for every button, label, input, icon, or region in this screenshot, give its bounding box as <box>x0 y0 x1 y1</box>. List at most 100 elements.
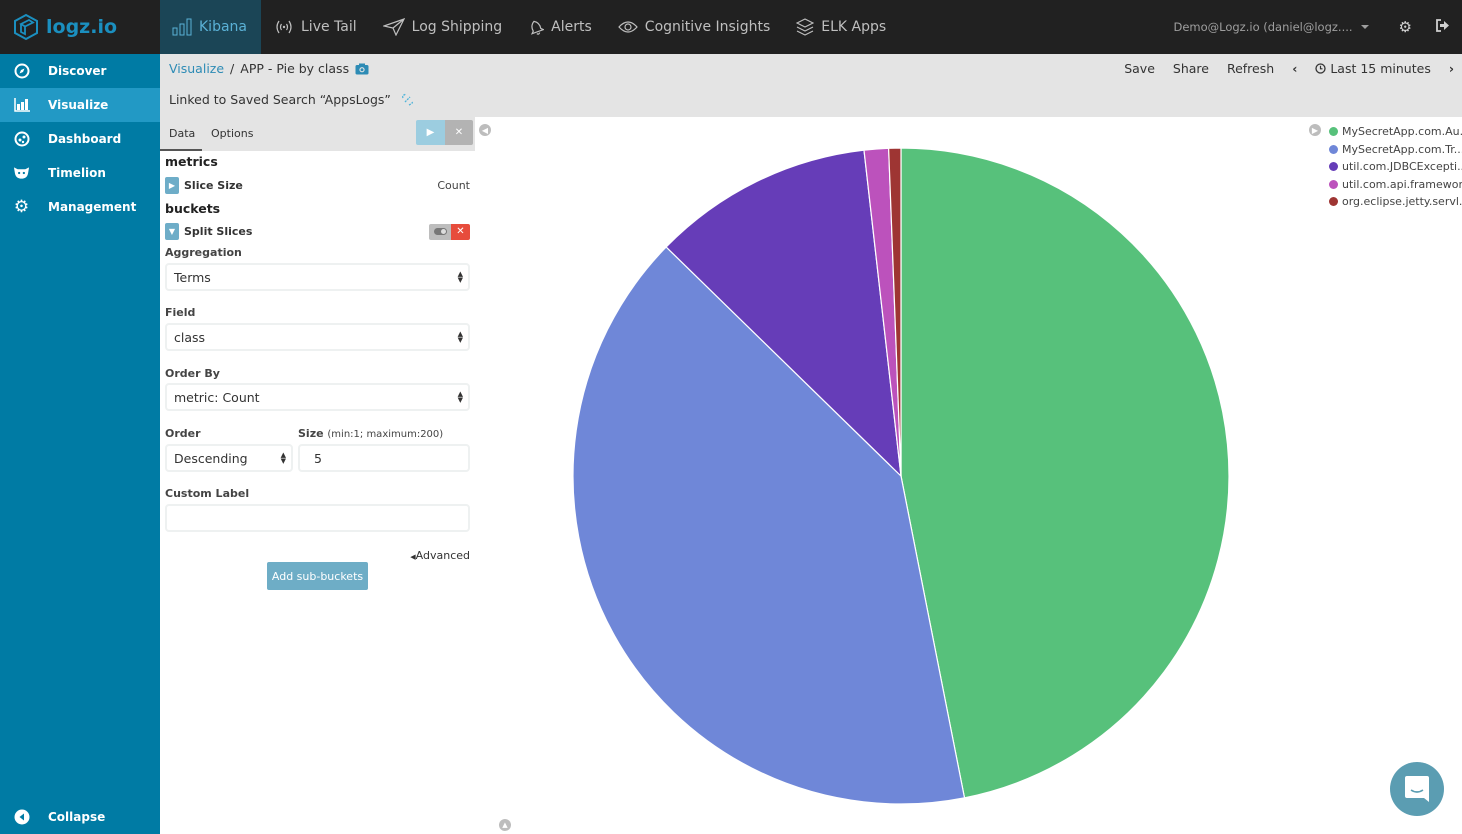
logout-icon[interactable] <box>1436 18 1450 36</box>
caret-down-icon[interactable]: ▼ <box>165 223 179 240</box>
legend-toggle-icon[interactable]: ▶ <box>1309 124 1321 136</box>
collapse-left-icon <box>13 809 30 826</box>
gear-icon[interactable]: ⚙ <box>1399 18 1412 36</box>
sidebar-item-label: Dashboard <box>48 132 122 146</box>
sidebar-item-label: Timelion <box>48 166 106 180</box>
broadcast-icon <box>276 20 292 34</box>
remove-bucket-button[interactable]: ✕ <box>451 223 470 240</box>
field-select[interactable]: class ▲ ▼ <box>165 323 470 351</box>
user-name: Demo@Logz.io (daniel@logz.... <box>1173 20 1353 34</box>
sidebar-item-timelion[interactable]: Timelion <box>0 156 160 190</box>
metrics-title: metrics <box>165 154 218 169</box>
field-value: class <box>174 329 206 345</box>
size-hint: (min:1; maximum:200) <box>327 429 444 440</box>
custom-label-input[interactable] <box>165 504 470 532</box>
refresh-button[interactable]: Refresh <box>1227 61 1274 76</box>
breadcrumb-visualize-link[interactable]: Visualize <box>169 61 224 76</box>
aggregation-select[interactable]: Terms ▲ ▼ <box>165 263 470 291</box>
save-button[interactable]: Save <box>1124 61 1155 76</box>
sidebar-item-dashboard[interactable]: Dashboard <box>0 122 160 156</box>
chat-button[interactable] <box>1390 762 1444 816</box>
time-next-icon[interactable]: › <box>1449 61 1454 76</box>
select-arrows-icon: ▲ ▼ <box>280 451 286 465</box>
scroll-up-icon[interactable]: ▲ <box>499 819 511 831</box>
legend-item[interactable]: MySecretApp.com.Tr... <box>1329 141 1462 159</box>
sidebar-item-visualize[interactable]: Visualize <box>0 88 160 122</box>
tab-data[interactable]: Data <box>169 127 195 140</box>
bar-chart-icon <box>172 18 192 36</box>
legend: MySecretApp.com.Au... MySecretApp.com.Tr.… <box>1329 123 1462 211</box>
legend-color-dot <box>1329 197 1338 207</box>
apply-controls: ▶ ✕ <box>416 120 473 145</box>
toggle-bucket-button[interactable] <box>429 223 451 240</box>
breadcrumb-separator: / <box>230 61 235 76</box>
pie-chart <box>572 147 1230 805</box>
order-by-select[interactable]: metric: Count ▲ ▼ <box>165 383 470 411</box>
share-button[interactable]: Share <box>1173 61 1209 76</box>
unlink-icon[interactable] <box>401 93 414 106</box>
legend-label: util.com.JDBCExcepti... <box>1342 160 1462 174</box>
add-sub-buckets-button[interactable]: Add sub-buckets <box>267 562 368 590</box>
field-label: Field <box>165 306 196 319</box>
topnav-elk-apps[interactable]: ELK Apps <box>783 0 899 54</box>
toggle-icon <box>433 228 447 235</box>
pie-slice-0[interactable] <box>900 147 1230 799</box>
gear-icon: ⚙ <box>13 197 30 217</box>
topnav-kibana[interactable]: Kibana <box>160 0 261 54</box>
legend-label: MySecretApp.com.Au... <box>1342 125 1462 139</box>
eye-icon <box>617 21 638 33</box>
caret-right-icon[interactable]: ▶ <box>165 177 179 194</box>
legend-item[interactable]: util.com.api.framework <box>1329 176 1462 194</box>
order-label: Order <box>165 427 201 440</box>
clock-icon <box>1315 63 1326 74</box>
bucket-controls: ✕ <box>429 223 470 240</box>
size-value: 5 <box>314 450 322 466</box>
legend-label: util.com.api.framework <box>1342 177 1462 191</box>
topnav-log-shipping[interactable]: Log Shipping <box>370 0 516 54</box>
page-title: APP - Pie by class <box>240 61 350 76</box>
topnav-label: Live Tail <box>301 19 357 35</box>
breadcrumb: Visualize / APP - Pie by class <box>169 61 369 76</box>
metric-slice-size[interactable]: ▶ Slice Size Count <box>165 177 470 194</box>
sidebar-item-discover[interactable]: Discover <box>0 54 160 88</box>
topnav-live-tail[interactable]: Live Tail <box>261 0 370 54</box>
logo[interactable]: logz.io <box>0 0 160 54</box>
order-select[interactable]: Descending ▲ ▼ <box>165 444 293 472</box>
legend-item[interactable]: util.com.JDBCExcepti... <box>1329 158 1462 176</box>
collapse-label: Collapse <box>48 810 106 824</box>
linked-search: Linked to Saved Search “AppsLogs” <box>169 92 414 107</box>
active-tab-indicator <box>160 149 202 151</box>
linked-search-label: Linked to Saved Search “AppsLogs” <box>169 92 391 107</box>
bucket-split-slices[interactable]: ▼ Split Slices ✕ <box>165 223 470 240</box>
user-menu[interactable]: Demo@Logz.io (daniel@logz.... <box>1173 20 1369 34</box>
tab-options[interactable]: Options <box>211 127 253 140</box>
visualization-area: ◀ ▶ MySecretApp.com.Au... MySecretApp.com… <box>475 117 1462 834</box>
legend-item[interactable]: MySecretApp.com.Au... <box>1329 123 1462 141</box>
sidebar-item-label: Visualize <box>48 98 109 112</box>
legend-label: MySecretApp.com.Tr... <box>1342 142 1462 156</box>
legend-item[interactable]: org.eclipse.jetty.servl... <box>1329 193 1462 211</box>
bell-icon <box>531 20 545 35</box>
order-by-label: Order By <box>165 367 220 380</box>
logo-text: logz.io <box>46 16 118 38</box>
layers-icon <box>796 18 815 36</box>
topnav-alerts[interactable]: Alerts <box>515 0 605 54</box>
play-icon: ▶ <box>426 127 435 138</box>
sidebar-item-management[interactable]: ⚙ Management <box>0 190 160 224</box>
sidebar-collapse[interactable]: Collapse <box>0 800 160 834</box>
sidebar-item-label: Discover <box>48 64 107 78</box>
camera-icon[interactable] <box>355 63 369 75</box>
time-picker[interactable]: Last 15 minutes <box>1315 61 1431 76</box>
chat-icon <box>1405 776 1429 802</box>
bar-chart-icon <box>13 97 30 114</box>
close-icon: ✕ <box>454 127 464 138</box>
size-input[interactable]: 5 <box>298 444 470 472</box>
compass-icon <box>13 63 30 80</box>
time-prev-icon[interactable]: ‹ <box>1292 61 1297 76</box>
apply-changes-button[interactable]: ▶ <box>416 120 445 145</box>
topnav-cognitive-insights[interactable]: Cognitive Insights <box>605 0 783 54</box>
chevron-down-icon <box>1360 25 1369 29</box>
topnav-label: Kibana <box>199 19 247 35</box>
discard-changes-button[interactable]: ✕ <box>445 120 473 145</box>
advanced-toggle[interactable]: ◀Advanced <box>410 549 470 562</box>
